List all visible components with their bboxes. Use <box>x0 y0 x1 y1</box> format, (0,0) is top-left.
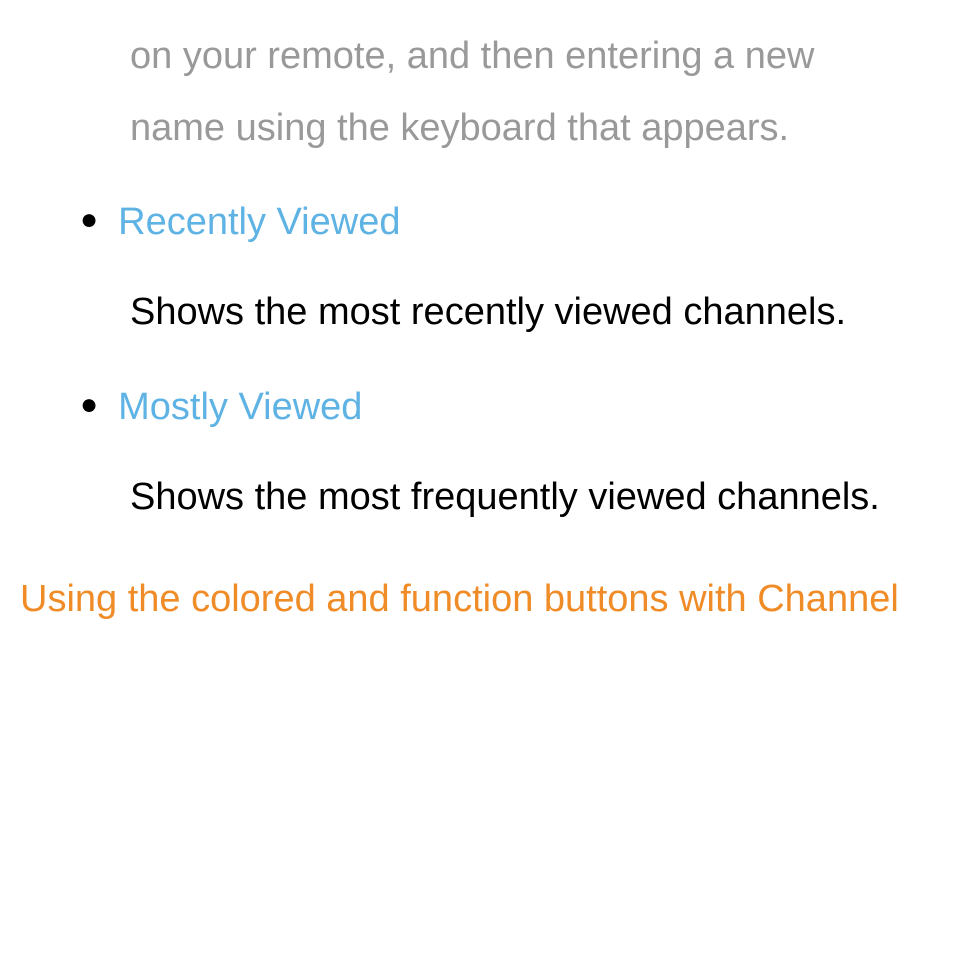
item-title-mostly-viewed: Mostly Viewed <box>118 379 362 436</box>
bullet-line: ● Recently Viewed <box>80 194 914 251</box>
item-description: Shows the most recently viewed channels. <box>130 276 914 348</box>
bullet-line: ● Mostly Viewed <box>80 379 914 436</box>
bullet-icon: ● <box>80 388 98 422</box>
section-heading: Using the colored and function buttons w… <box>20 563 914 635</box>
item-title-recently-viewed: Recently Viewed <box>118 194 400 251</box>
list-item: ● Recently Viewed Shows the most recentl… <box>80 194 914 348</box>
bullet-icon: ● <box>80 203 98 237</box>
list-item: ● Mostly Viewed Shows the most frequentl… <box>80 379 914 533</box>
continuation-paragraph: on your remote, and then entering a new … <box>130 20 914 164</box>
item-description: Shows the most frequently viewed channel… <box>130 461 914 533</box>
